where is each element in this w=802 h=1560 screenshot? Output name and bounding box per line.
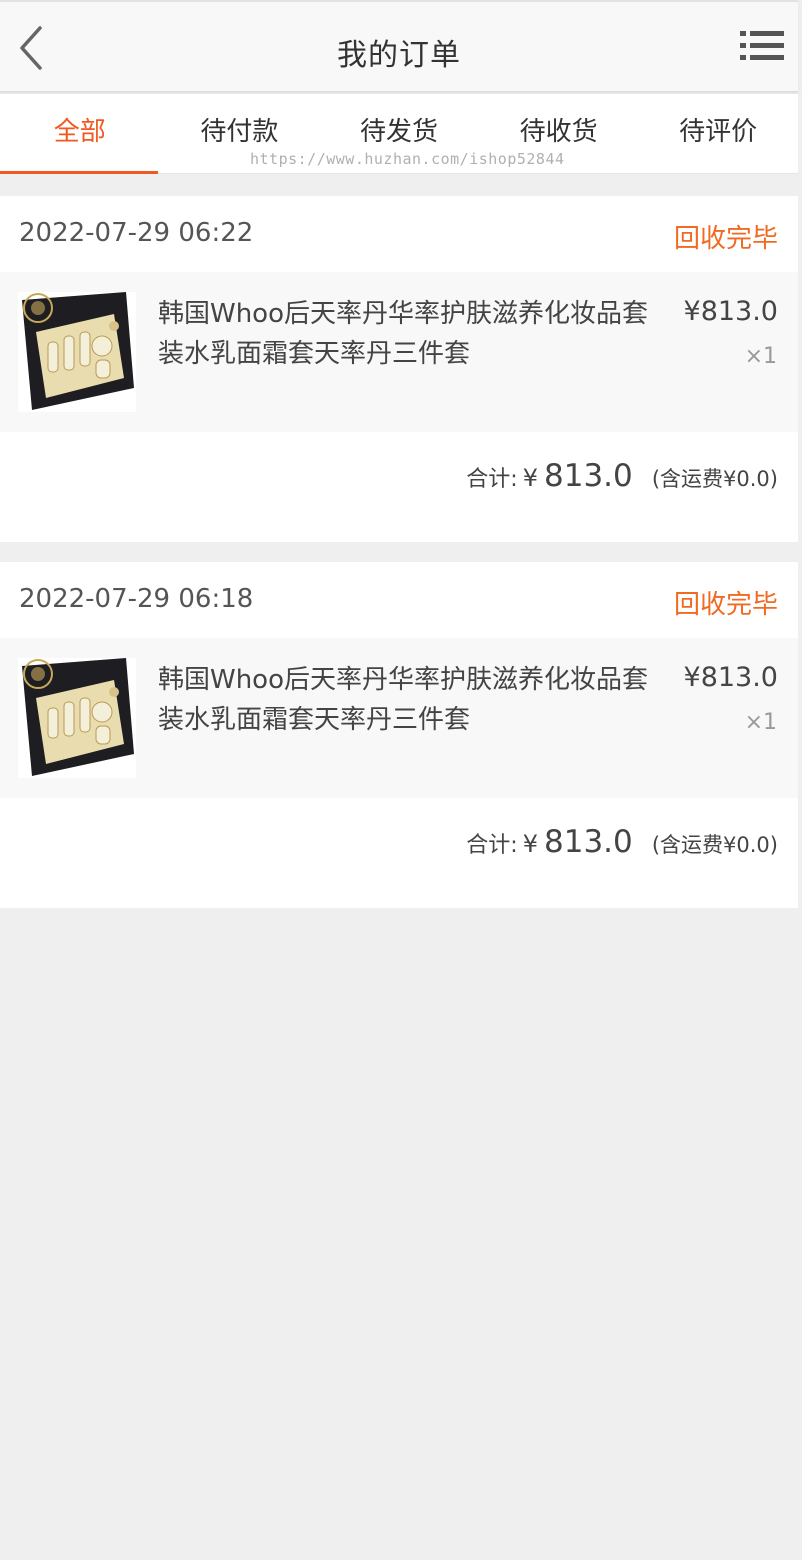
tab-all[interactable]: 全部 — [0, 94, 160, 174]
top-bar: 我的订单 — [0, 0, 798, 92]
tab-pending-review[interactable]: 待评价 — [638, 94, 798, 174]
total-amount: 813.0 — [544, 824, 633, 860]
product-image — [18, 292, 136, 412]
product-quantity: ×1 — [744, 344, 777, 369]
order-date: 2022-07-29 06:18 — [19, 584, 254, 614]
product-quantity: ×1 — [744, 710, 777, 735]
order-status: 回收完毕 — [673, 224, 778, 254]
shipping-fee: (含运费¥0.0) — [651, 467, 778, 491]
total-label: 合计: — [466, 467, 518, 492]
product-price: ¥813.0 — [683, 662, 778, 693]
product-name: 韩国Whoo后天率丹华率护肤滋养化妆品套装水乳面霜套天率丹三件套 — [158, 665, 649, 735]
menu-button[interactable] — [738, 28, 786, 68]
page-title: 我的订单 — [337, 38, 461, 73]
shipping-fee: (含运费¥0.0) — [651, 833, 778, 857]
total-amount: 813.0 — [544, 458, 633, 494]
order-header: 2022-07-29 06:18 回收完毕 — [0, 562, 798, 638]
watermark: https://www.huzhan.com/ishop52844 — [250, 150, 565, 168]
order-date: 2022-07-29 06:22 — [19, 218, 254, 248]
order-status: 回收完毕 — [673, 590, 778, 620]
product-name: 韩国Whoo后天率丹华率护肤滋养化妆品套装水乳面霜套天率丹三件套 — [158, 299, 649, 369]
order-item[interactable]: 韩国Whoo后天率丹华率护肤滋养化妆品套装水乳面霜套天率丹三件套 ¥813.0 … — [0, 272, 798, 432]
total-currency: ¥ — [522, 830, 538, 858]
product-price: ¥813.0 — [683, 296, 778, 327]
total-currency: ¥ — [522, 464, 538, 492]
total-label: 合计: — [466, 833, 518, 858]
order-item[interactable]: 韩国Whoo后天率丹华率护肤滋养化妆品套装水乳面霜套天率丹三件套 ¥813.0 … — [0, 638, 798, 798]
product-image — [18, 658, 136, 778]
order-card: 2022-07-29 06:18 回收完毕 韩国Whoo后天率丹华率护肤滋养化妆… — [0, 562, 798, 908]
order-card: 2022-07-29 06:22 回收完毕 韩国Whoo后天率丹华率护肤滋养化妆… — [0, 196, 798, 542]
order-header: 2022-07-29 06:22 回收完毕 — [0, 196, 798, 272]
order-total: 合计: ¥813.0 (含运费¥0.0) — [466, 458, 778, 494]
order-footer: 合计: ¥813.0 (含运费¥0.0) — [0, 798, 798, 908]
order-total: 合计: ¥813.0 (含运费¥0.0) — [466, 824, 778, 860]
order-footer: 合计: ¥813.0 (含运费¥0.0) — [0, 432, 798, 542]
list-menu-icon — [740, 31, 784, 60]
